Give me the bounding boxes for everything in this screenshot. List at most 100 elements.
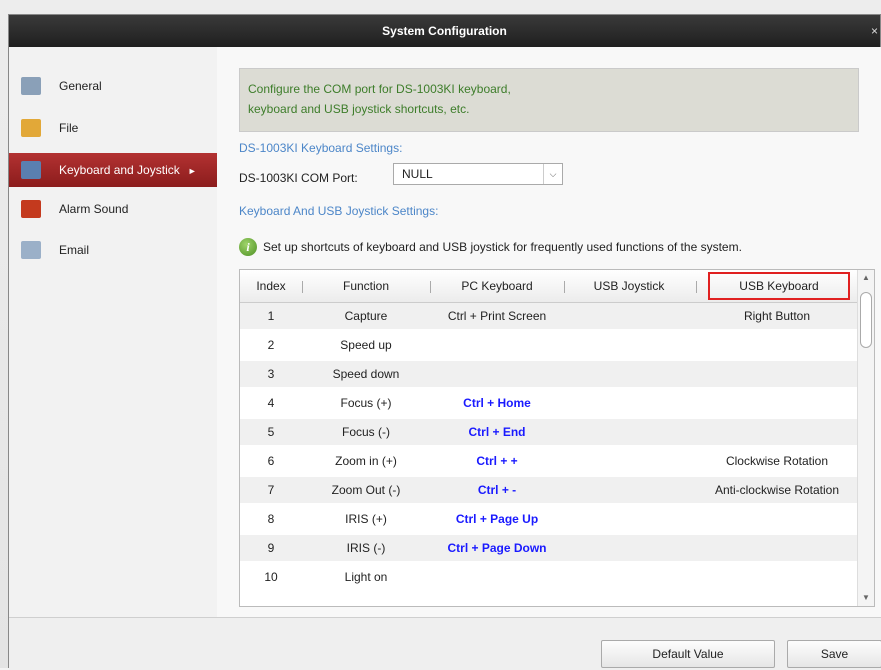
table-row[interactable]: 4 Focus (+) Ctrl + Home xyxy=(240,390,858,416)
sidebar-item-label: Alarm Sound xyxy=(59,202,129,216)
column-header-index[interactable]: Index xyxy=(240,270,302,302)
cell-joy xyxy=(564,303,694,329)
cell-usb: Right Button xyxy=(743,309,811,323)
cell-joy xyxy=(564,535,694,561)
description-box: Configure the COM port for DS-1003KI key… xyxy=(239,68,859,132)
file-icon xyxy=(21,119,41,137)
cell-pc: Ctrl + Page Down xyxy=(447,541,547,555)
section-keyboard-settings: DS-1003KI Keyboard Settings: xyxy=(239,141,403,155)
sidebar-item-label: General xyxy=(59,79,102,93)
sidebar-item-label: Email xyxy=(59,243,90,257)
cell-usb xyxy=(696,506,858,532)
chevron-down-icon[interactable]: ⌵ xyxy=(543,164,562,184)
table-row[interactable]: 6 Zoom in (+) Ctrl + + Clockwise Rotation xyxy=(240,448,858,474)
save-button[interactable]: Save xyxy=(787,640,881,668)
cell-function: Zoom in (+) xyxy=(335,454,397,468)
column-header-function[interactable]: Function xyxy=(302,270,430,302)
cell-function: IRIS (+) xyxy=(345,512,387,526)
section-joystick-settings: Keyboard And USB Joystick Settings: xyxy=(239,204,439,218)
keyboard-icon xyxy=(21,161,41,179)
cell-function: Focus (-) xyxy=(342,425,390,439)
cell-index: 6 xyxy=(267,454,275,468)
description-line-2: keyboard and USB joystick shortcuts, etc… xyxy=(248,102,470,116)
scroll-down-icon[interactable]: ▼ xyxy=(858,590,874,606)
cell-pc: Ctrl + Page Up xyxy=(455,512,539,526)
hint-line: i Set up shortcuts of keyboard and USB jo… xyxy=(239,238,742,256)
cell-pc: Ctrl + Print Screen xyxy=(447,309,547,323)
info-icon: i xyxy=(239,238,257,256)
sidebar-item-label: File xyxy=(59,121,79,135)
com-port-select[interactable]: NULL ⌵ xyxy=(393,163,563,185)
sidebar-item-email[interactable]: Email xyxy=(9,233,217,267)
table-row[interactable]: 8 IRIS (+) Ctrl + Page Up xyxy=(240,506,858,532)
chevron-right-icon: ► xyxy=(187,166,197,176)
cell-index: 3 xyxy=(267,367,275,381)
table-header: Index Function PC Keyboard USB Joystick … xyxy=(240,270,858,303)
cell-index: 1 xyxy=(267,309,275,323)
cell-index: 7 xyxy=(267,483,275,497)
sidebar-item-alarm-sound[interactable]: Alarm Sound xyxy=(9,192,217,226)
cell-joy xyxy=(564,448,694,474)
cell-function: Speed down xyxy=(332,367,400,381)
cell-usb xyxy=(696,390,858,416)
default-value-button[interactable]: Default Value xyxy=(601,640,775,668)
cell-joy xyxy=(564,506,694,532)
cell-function: IRIS (-) xyxy=(346,541,386,555)
sidebar-item-keyboard-and-joystick[interactable]: Keyboard and Joystick ► xyxy=(9,153,217,187)
main-panel: Configure the COM port for DS-1003KI key… xyxy=(217,47,881,617)
cell-usb xyxy=(696,361,858,387)
com-port-value: NULL xyxy=(402,167,433,181)
alarm-sound-icon xyxy=(21,200,41,218)
table-row[interactable]: 3 Speed down xyxy=(240,361,858,387)
close-icon[interactable]: × xyxy=(871,15,878,47)
title-bar: System Configuration × xyxy=(9,15,880,47)
cell-function: Zoom Out (-) xyxy=(331,483,401,497)
cell-joy xyxy=(564,419,694,445)
sidebar: General File Keyboard and Joystick ► Alarm S… xyxy=(9,47,217,617)
cell-index: 5 xyxy=(267,425,275,439)
cell-joy xyxy=(564,332,694,358)
cell-joy xyxy=(564,361,694,387)
general-icon xyxy=(21,77,41,95)
sidebar-item-label: Keyboard and Joystick xyxy=(59,163,180,177)
table-row[interactable]: 7 Zoom Out (-) Ctrl + - Anti-clockwise Rota… xyxy=(240,477,858,503)
column-divider xyxy=(696,281,697,293)
cell-function: Light on xyxy=(344,570,388,584)
table-scrollbar[interactable]: ▲ ▼ xyxy=(857,270,874,606)
cell-usb xyxy=(696,419,858,445)
description-line-1: Configure the COM port for DS-1003KI key… xyxy=(248,82,511,96)
cell-usb xyxy=(696,564,858,590)
scroll-up-icon[interactable]: ▲ xyxy=(858,270,874,286)
cell-usb: Clockwise Rotation xyxy=(725,454,829,468)
cell-index: 2 xyxy=(267,338,275,352)
sidebar-item-general[interactable]: General xyxy=(9,69,217,103)
cell-function: Focus (+) xyxy=(340,396,392,410)
cell-pc: Ctrl + + xyxy=(476,454,518,468)
cell-pc: Ctrl + End xyxy=(468,425,526,439)
cell-function: Speed up xyxy=(340,338,392,352)
table-row[interactable]: 2 Speed up xyxy=(240,332,858,358)
cell-pc xyxy=(430,564,564,590)
cell-index: 8 xyxy=(267,512,275,526)
column-header-usb-keyboard[interactable]: USB Keyboard xyxy=(708,272,850,300)
column-header-pc-keyboard[interactable]: PC Keyboard xyxy=(430,270,564,302)
cell-pc xyxy=(430,332,564,358)
table-row[interactable]: 10 Light on xyxy=(240,564,858,590)
table-row[interactable]: 1 Capture Ctrl + Print Screen Right Button xyxy=(240,303,858,329)
com-port-label: DS-1003KI COM Port: xyxy=(239,171,358,185)
scroll-thumb[interactable] xyxy=(860,292,872,348)
cell-index: 4 xyxy=(267,396,275,410)
dialog-title: System Configuration xyxy=(382,24,507,38)
cell-function: Capture xyxy=(344,309,388,323)
cell-usb xyxy=(696,535,858,561)
shortcut-table: Index Function PC Keyboard USB Joystick … xyxy=(239,269,875,607)
cell-index: 9 xyxy=(267,541,275,555)
table-row[interactable]: 9 IRIS (-) Ctrl + Page Down xyxy=(240,535,858,561)
table-row[interactable]: 5 Focus (-) Ctrl + End xyxy=(240,419,858,445)
cell-pc: Ctrl + Home xyxy=(463,396,531,410)
cell-usb xyxy=(696,332,858,358)
cell-index: 10 xyxy=(264,570,278,584)
cell-pc xyxy=(430,361,564,387)
column-header-usb-joystick[interactable]: USB Joystick xyxy=(564,270,694,302)
sidebar-item-file[interactable]: File xyxy=(9,111,217,145)
